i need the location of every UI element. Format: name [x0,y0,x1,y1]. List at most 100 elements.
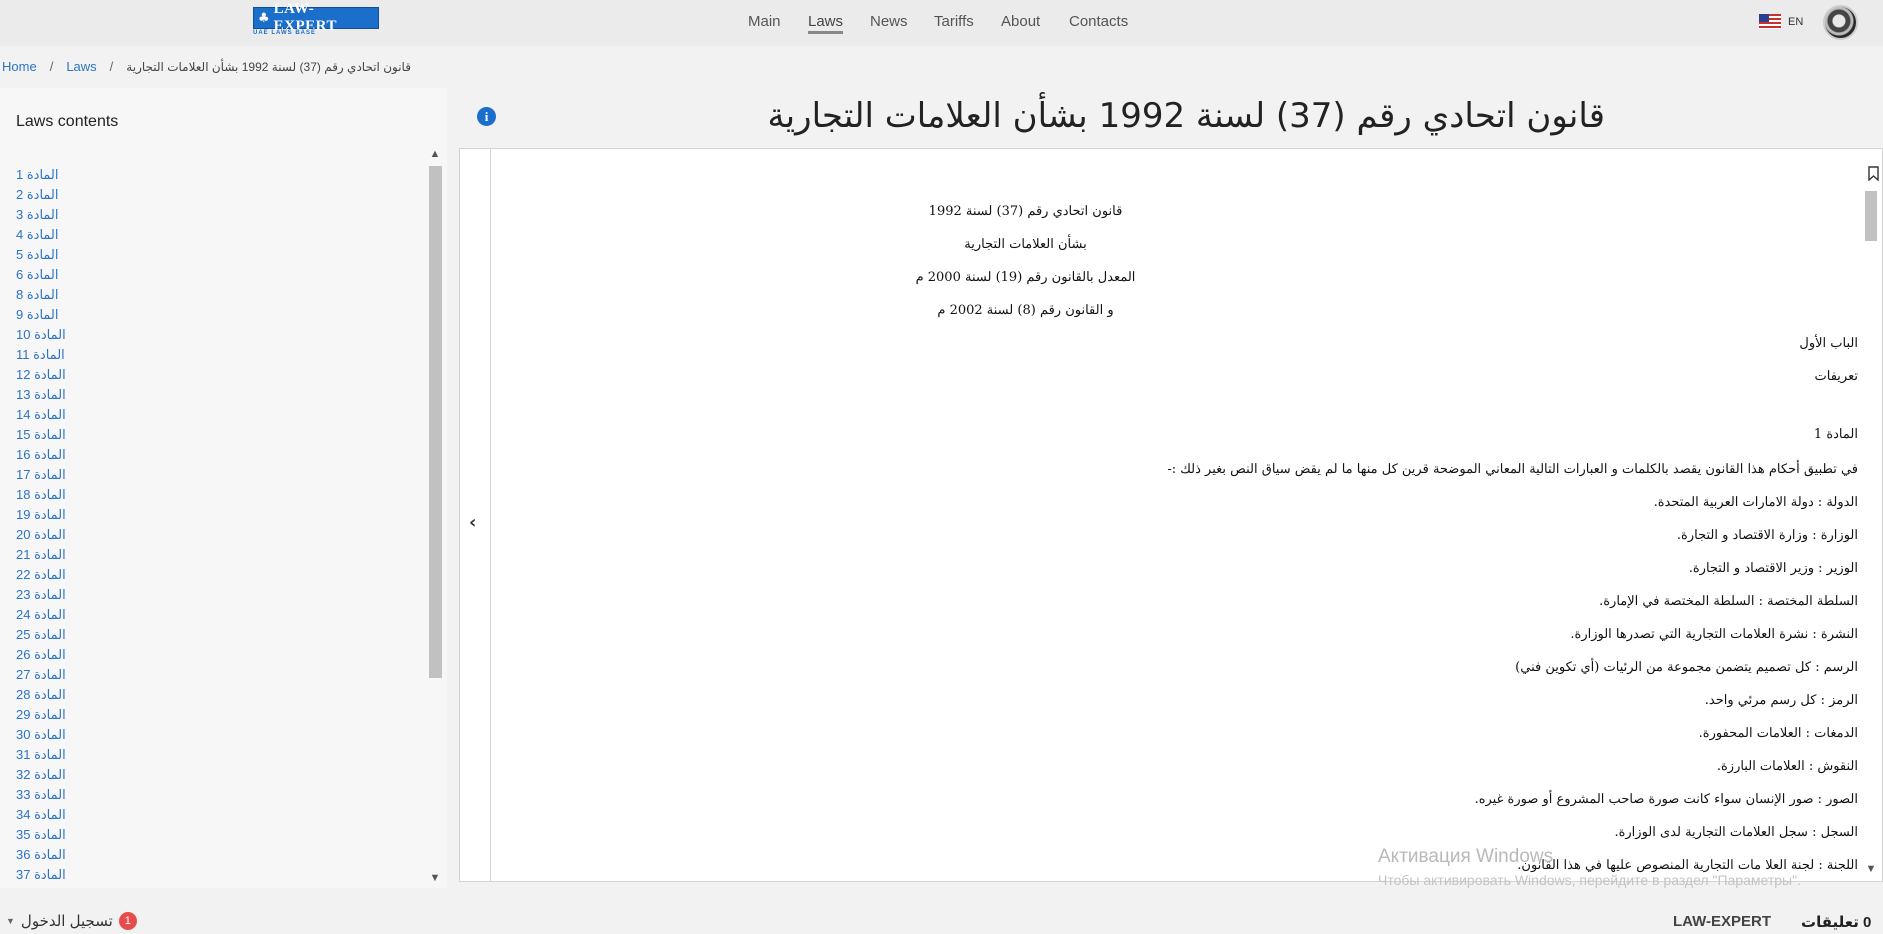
toc-link[interactable]: المادة 10 [16,327,66,342]
collapse-panel[interactable]: ‹ [460,149,491,881]
toc-item: المادة 20 [16,526,66,546]
toc-link[interactable]: المادة 23 [16,587,66,602]
toc-item: المادة 5 [16,246,66,266]
top-bar: ♣ LAW-EXPERT UAE LAWS BASE Main Laws New… [0,0,1883,46]
toc-item: المادة 29 [16,706,66,726]
toc-link[interactable]: المادة 3 [16,207,59,222]
toc-link[interactable]: المادة 33 [16,787,66,802]
doc-paragraph: النشرة : نشرة العلامات التجارية التي تصد… [1570,627,1858,642]
toc-link[interactable]: المادة 30 [16,727,66,742]
toc-link[interactable]: المادة 4 [16,227,59,242]
toc-link[interactable]: المادة 9 [16,307,59,322]
nav-about[interactable]: About [1001,13,1040,30]
toc-link[interactable]: المادة 27 [16,667,66,682]
toc-item: المادة 28 [16,686,66,706]
toc-item: المادة 30 [16,726,66,746]
logo-box: ♣ LAW-EXPERT [253,1,379,34]
toc-link[interactable]: المادة 13 [16,387,66,402]
toc-link[interactable]: المادة 21 [16,547,66,562]
toc-link[interactable]: المادة 32 [16,767,66,782]
toc-item: المادة 18 [16,486,66,506]
toc-link[interactable]: المادة 20 [16,527,66,542]
page-title: قانون اتحادي رقم (37) لسنة 1992 بشأن الع… [767,96,1605,136]
windows-activation-title: Активация Windows [1378,846,1554,867]
login-label: تسجيل الدخول [20,913,113,930]
toc-link[interactable]: المادة 14 [16,407,66,422]
toc-link[interactable]: المادة 15 [16,427,66,442]
comments-count[interactable]: 0 تعليقات [1801,913,1871,931]
toc-item: المادة 8 [16,286,66,306]
toc-link[interactable]: المادة 25 [16,627,66,642]
nav-main[interactable]: Main [748,13,781,30]
language-switcher[interactable]: EN [1759,14,1803,29]
chevron-left-icon[interactable]: ‹ [469,512,476,533]
toc-item: المادة 11 [16,346,66,366]
toc-link[interactable]: المادة 19 [16,507,66,522]
scroll-down-icon[interactable]: ▼ [1863,863,1879,875]
toc-item: المادة 32 [16,766,66,786]
toc-link[interactable]: المادة 8 [16,287,59,302]
language-label: EN [1788,15,1804,28]
toc-link[interactable]: المادة 18 [16,487,66,502]
toc-link[interactable]: المادة 37 [16,867,66,882]
toc-link[interactable]: المادة 36 [16,847,66,862]
toc-link[interactable]: المادة 29 [16,707,66,722]
doc-paragraph: الرسم : كل تصميم يتضمن مجموعة من الرئيات… [1515,660,1858,675]
toc-item: المادة 33 [16,786,66,806]
toc-item: المادة 2 [16,186,66,206]
doc-paragraph: الدمغات : العلامات المحفورة. [1698,726,1858,741]
toc-link[interactable]: المادة 24 [16,607,66,622]
toc-link[interactable]: المادة 26 [16,647,66,662]
toc-scroll-area[interactable]: المادة 1 المادة 2 المادة 3 المادة 4 المادة 5… [0,58,426,884]
info-icon[interactable]: i [477,107,496,126]
toc-link[interactable]: المادة 17 [16,467,66,482]
doc-paragraph: الوزارة : وزارة الاقتصاد و التجارة. [1676,528,1858,543]
toc-link[interactable]: المادة 16 [16,447,66,462]
toc-scrollbar[interactable]: ▲ ▼ [427,148,443,884]
toc-item: المادة 34 [16,806,66,826]
doc-paragraph: السجل : سجل العلامات التجارية لدى الوزار… [1614,825,1858,840]
toc-link[interactable]: المادة 2 [16,187,59,202]
toc-item: المادة 9 [16,306,66,326]
toc-item: المادة 3 [16,206,66,226]
toc-item: المادة 36 [16,846,66,866]
toc-link[interactable]: المادة 5 [16,247,59,262]
toc-list: المادة 1 المادة 2 المادة 3 المادة 4 المادة 5… [16,166,66,884]
toc-item: المادة 14 [16,406,66,426]
nav-contacts[interactable]: Contacts [1069,13,1128,30]
login-toggle[interactable]: ▼ تسجيل الدخول 1 [6,912,137,930]
doc-paragraph: السلطة المختصة : السلطة المختصة في الإما… [1599,594,1858,609]
toc-item: المادة 27 [16,666,66,686]
doc-heading-line: و القانون رقم (8) لسنة 2002 م [937,303,1114,318]
toc-scroll-thumb[interactable] [429,166,442,678]
toc-link[interactable]: المادة 34 [16,807,66,822]
nav-tariffs[interactable]: Tariffs [934,13,974,30]
nav-news[interactable]: News [870,13,908,30]
toc-item: المادة 22 [16,566,66,586]
toc-item: المادة 31 [16,746,66,766]
notification-badge: 1 [118,912,137,930]
toc-item: المادة 37 [16,866,66,884]
logo[interactable]: ♣ LAW-EXPERT UAE LAWS BASE [253,1,379,37]
toc-link[interactable]: المادة 31 [16,747,66,762]
toc-item: المادة 35 [16,826,66,846]
toc-link[interactable]: المادة 6 [16,267,59,282]
toc-item: المادة 26 [16,646,66,666]
nav-laws[interactable]: Laws [808,13,844,34]
toc-link[interactable]: المادة 12 [16,367,66,382]
toc-link[interactable]: المادة 11 [16,347,65,362]
doc-article-heading: المادة 1 [1813,427,1858,442]
bookmark-icon[interactable] [1868,166,1879,181]
toc-item: المادة 4 [16,226,66,246]
toc-link[interactable]: المادة 28 [16,687,66,702]
toc-link[interactable]: المادة 35 [16,827,66,842]
footer-brand: LAW-EXPERT [1673,913,1772,930]
toc-link[interactable]: المادة 22 [16,567,66,582]
document-scroll-thumb[interactable] [1865,191,1877,241]
toc-link[interactable]: المادة 1 [16,167,59,182]
avatar[interactable] [1823,5,1858,40]
doc-paragraph: الصور : صور الإنسان سواء كانت صورة صاحب … [1474,792,1858,807]
scroll-up-icon[interactable]: ▲ [427,148,443,160]
document-scrollbar[interactable]: ▼ [1863,191,1879,881]
scroll-down-icon[interactable]: ▼ [427,872,443,884]
